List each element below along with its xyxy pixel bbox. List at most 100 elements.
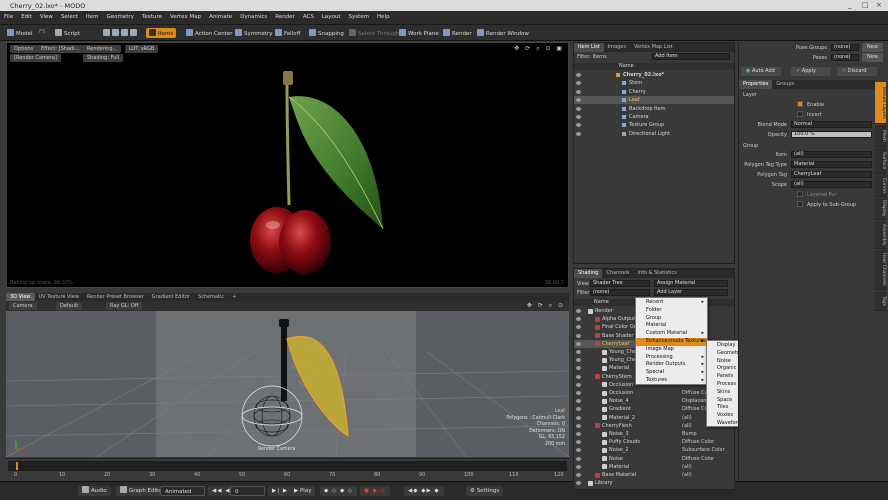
item-row[interactable]: Backdrop Item (574, 105, 734, 113)
enable-checkbox[interactable] (797, 101, 803, 107)
add-tab-button[interactable]: + (228, 293, 240, 301)
visibility-eye-icon[interactable] (576, 374, 581, 379)
tab-uv-texture-view[interactable]: UV Texture View (35, 293, 83, 301)
options-button[interactable]: Options (10, 45, 38, 53)
visibility-eye-icon[interactable] (576, 473, 581, 477)
item-row[interactable]: Texture Group (574, 121, 734, 129)
shader-row[interactable]: Noise_2 Subsurface Color (574, 446, 734, 454)
visibility-eye-icon[interactable] (576, 399, 581, 404)
visibility-eye-icon[interactable] (576, 123, 581, 128)
side-tab-surface[interactable]: Surface (875, 148, 886, 174)
menu-item[interactable]: Special ▸ (636, 369, 707, 377)
menu-view[interactable]: View (36, 11, 57, 20)
tab-item-list[interactable]: Item List (574, 43, 604, 52)
tab-3d-view[interactable]: 3D View (6, 293, 35, 301)
falloff-button[interactable]: Falloff (272, 28, 303, 38)
items-mode-button[interactable]: Items (146, 28, 177, 38)
polygon-tag-dropdown[interactable]: CherryLeaf (791, 171, 872, 178)
menu-vertex-map[interactable]: Vertex Map (166, 11, 205, 20)
visibility-eye-icon[interactable] (576, 432, 581, 436)
menu-edit[interactable]: Edit (17, 11, 36, 20)
item-dropdown[interactable]: (all) (791, 151, 872, 158)
ray-gl-dropdown[interactable]: Ray GL: Off (106, 302, 143, 310)
discard-button[interactable]: ✕ Discard (837, 67, 877, 76)
menu-help[interactable]: Help (373, 11, 394, 20)
side-tab-texture-layers[interactable]: Texture Layers (875, 82, 886, 124)
properties-scrollbar[interactable] (743, 484, 871, 490)
visibility-eye-icon[interactable] (576, 382, 581, 387)
animated-dropdown[interactable]: Animated (160, 486, 205, 496)
menu-texture[interactable]: Texture (138, 11, 166, 20)
invert-checkbox[interactable] (797, 111, 803, 117)
visibility-eye-icon[interactable] (576, 481, 581, 486)
visibility-eye-icon[interactable] (576, 81, 581, 86)
visibility-eye-icon[interactable] (576, 106, 581, 111)
visibility-eye-icon[interactable] (576, 391, 581, 395)
menu-select[interactable]: Select (57, 11, 82, 20)
menu-system[interactable]: System (345, 11, 374, 20)
visibility-eye-icon[interactable] (576, 358, 581, 363)
visibility-eye-icon[interactable] (576, 350, 581, 354)
visibility-eye-icon[interactable] (576, 309, 581, 313)
apply-subgroup-checkbox[interactable] (797, 201, 803, 207)
shader-row[interactable]: Base Material (all) (574, 471, 734, 479)
viewport-nav-icons[interactable]: ✥ ⟳ ⌕ ⊙ ▣ (514, 45, 564, 53)
work-plane-button[interactable]: Work Plane (396, 28, 442, 38)
auto-add-button[interactable]: ◉ Auto Add (741, 67, 781, 76)
maximize-button[interactable]: □ (862, 1, 869, 9)
lut-dropdown[interactable]: LUT: sRGB (125, 45, 159, 53)
visibility-eye-icon[interactable] (576, 89, 581, 94)
assign-material-dropdown[interactable]: Assign Material (654, 280, 728, 287)
add-layer-dropdown[interactable]: Add Layer (654, 289, 728, 296)
visibility-eye-icon[interactable] (576, 456, 581, 461)
shader-row[interactable]: Noise Diffuse Color (574, 455, 734, 463)
polygon-tag-type-dropdown[interactable]: Material (791, 161, 872, 168)
view-dropdown[interactable]: Shader Tree (590, 280, 650, 287)
shading-dropdown[interactable]: Shading: Full (83, 54, 124, 62)
symmetry-button[interactable]: Symmetry (232, 28, 276, 38)
item-row[interactable]: Cherry (574, 88, 734, 96)
scope-dropdown[interactable]: (all) (791, 181, 872, 188)
key-buttons[interactable]: ◆ ◇ ◆ ◇ (320, 486, 358, 496)
visibility-eye-icon[interactable] (576, 415, 581, 420)
tab-shading[interactable]: Shading (574, 269, 603, 278)
menu-item[interactable]: Render Outputs ▸ (636, 361, 707, 369)
side-tab-mesh[interactable]: Mesh (875, 125, 886, 147)
menu-geometry[interactable]: Geometry (102, 11, 137, 20)
tab-groups[interactable]: Groups (772, 80, 798, 89)
menu-item[interactable]: Textures ▸ (636, 377, 707, 385)
close-button[interactable]: × (876, 1, 882, 9)
menu-render[interactable]: Render (271, 11, 299, 20)
play-button[interactable]: ▶ Play (290, 486, 316, 496)
settings-button[interactable]: ⚙ Settings (466, 486, 504, 496)
menu-item[interactable]: Recent ▸ (636, 299, 707, 307)
item-row[interactable]: Camera (574, 113, 734, 121)
tab-schematic[interactable]: Schematic (194, 293, 228, 301)
item-row[interactable]: Cherry_02.lxo* (574, 71, 734, 79)
shader-row[interactable]: Material (all) (574, 463, 734, 471)
visibility-eye-icon[interactable] (576, 115, 581, 119)
select-through-button[interactable]: Select Through (346, 28, 403, 38)
visibility-eye-icon[interactable] (576, 73, 581, 77)
pose-group-new-button[interactable]: New (862, 43, 883, 52)
side-tab-assembly[interactable]: Assembly (875, 221, 886, 249)
audio-button[interactable]: Audio (78, 486, 111, 496)
tab-images[interactable]: Images (604, 43, 630, 52)
visibility-eye-icon[interactable] (576, 448, 581, 453)
menu-acs[interactable]: ACS (299, 11, 318, 20)
render-button[interactable]: Render (440, 28, 475, 38)
menu-item[interactable]: Item (82, 11, 103, 20)
menu-item[interactable]: Material (636, 322, 707, 330)
shader-row[interactable]: Puffy Clouds Diffuse Color (574, 438, 734, 446)
visibility-eye-icon[interactable] (576, 341, 581, 346)
record-button[interactable]: ● ◆ ◇ (360, 486, 390, 496)
item-row[interactable]: Stem (574, 79, 734, 87)
poses-dropdown[interactable]: (none) (831, 54, 859, 61)
menu-layout[interactable]: Layout (318, 11, 345, 20)
effect-dropdown[interactable]: Effect: [Shadi... (37, 45, 84, 53)
mode-button[interactable]: Model (4, 28, 36, 38)
3d-viewport[interactable]: Render Camera Leaf Polygons : Catmull-Cl… (6, 311, 569, 457)
visibility-eye-icon[interactable] (576, 440, 581, 445)
tab-channels[interactable]: Channels (602, 269, 633, 278)
tab-gradient-editor[interactable]: Gradient Editor (148, 293, 194, 301)
